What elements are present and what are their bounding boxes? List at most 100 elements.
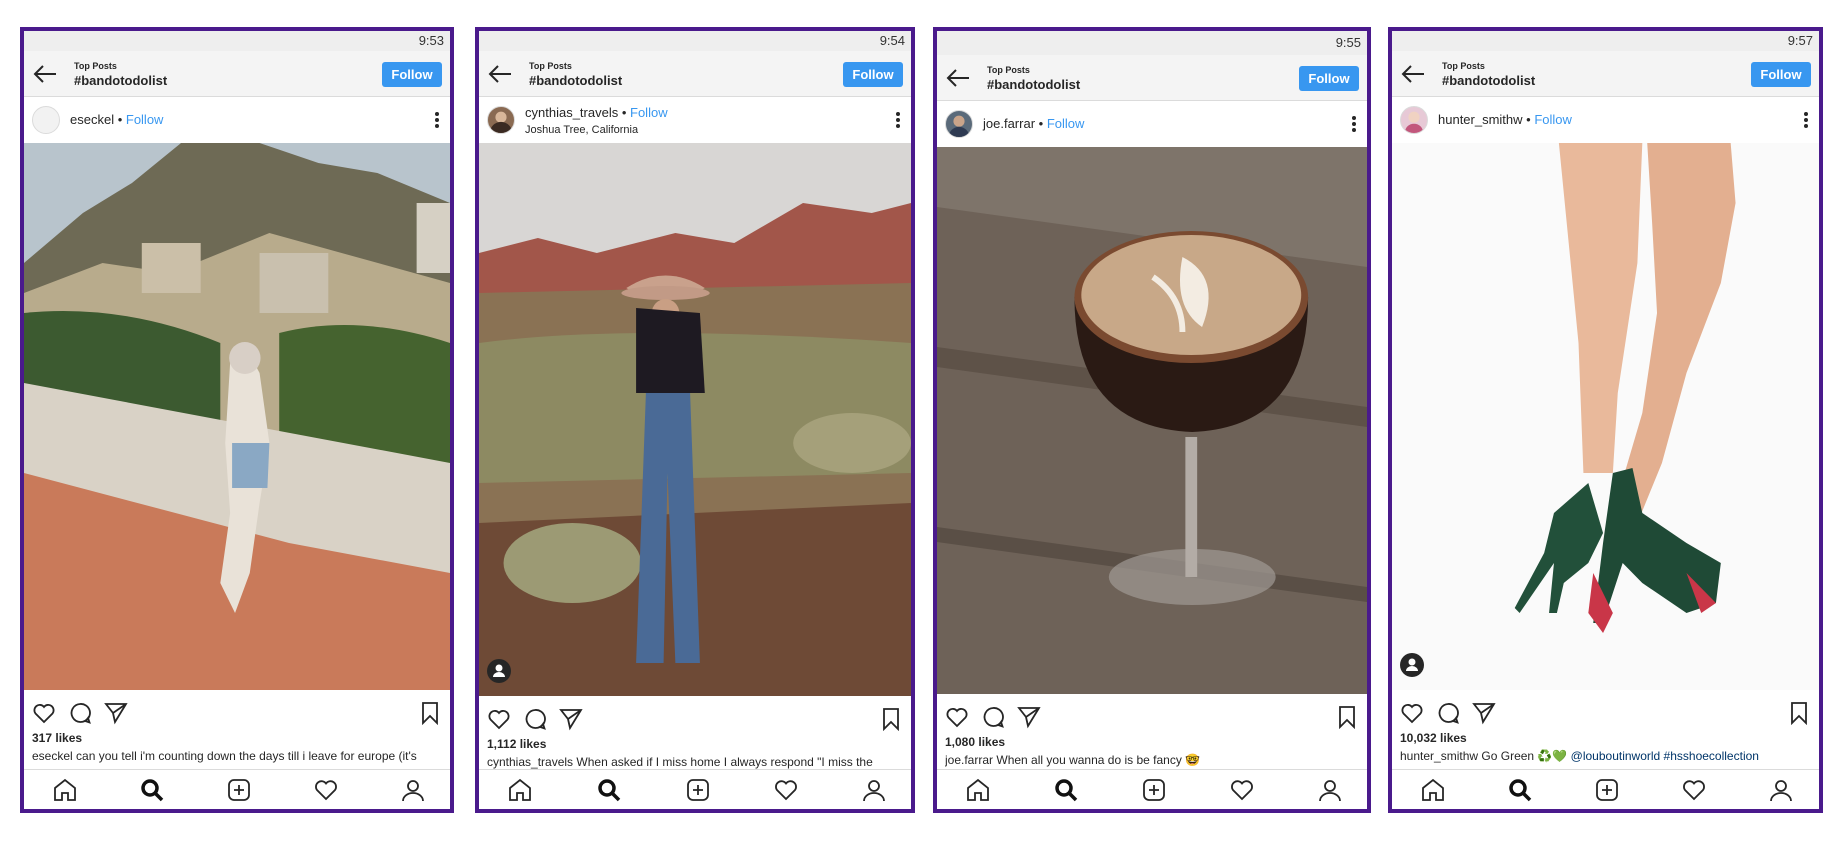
post-photo[interactable] (1392, 143, 1819, 690)
avatar[interactable] (32, 106, 60, 134)
home-icon[interactable] (52, 777, 78, 803)
post-username[interactable]: hunter_smithw (1438, 112, 1523, 127)
activity-heart-icon[interactable] (313, 777, 339, 803)
share-icon[interactable] (1017, 705, 1041, 729)
phone-screen-3: 9:55 Top Posts #bandotodolist Follow joe… (933, 27, 1371, 813)
caption-username[interactable]: hunter_smithw (1400, 749, 1478, 763)
search-icon[interactable] (1053, 777, 1079, 803)
back-arrow-icon[interactable] (487, 63, 513, 85)
status-bar: 9:53 (24, 31, 450, 51)
bookmark-icon[interactable] (879, 707, 903, 731)
activity-heart-icon[interactable] (1229, 777, 1255, 803)
likes-count[interactable]: 1,112 likes (487, 737, 546, 751)
status-bar: 9:54 (479, 31, 911, 51)
comment-icon[interactable] (981, 705, 1005, 729)
follow-user-link[interactable]: Follow (630, 105, 668, 120)
caption-text: can you tell i'm counting down the days … (76, 749, 417, 763)
username-line: cynthias_travels • Follow (525, 105, 668, 120)
follow-user-link[interactable]: Follow (126, 112, 164, 127)
post-photo[interactable] (937, 147, 1367, 694)
profile-icon[interactable] (1317, 777, 1343, 803)
avatar[interactable] (1400, 106, 1428, 134)
add-icon[interactable] (685, 777, 711, 803)
activity-heart-icon[interactable] (773, 777, 799, 803)
top-posts-label: Top Posts (74, 61, 117, 71)
bottom-nav (24, 769, 450, 809)
post-photo[interactable] (24, 143, 450, 690)
comment-icon[interactable] (68, 701, 92, 725)
tag-people-icon[interactable] (1400, 653, 1424, 677)
likes-count[interactable]: 10,032 likes (1400, 731, 1467, 745)
share-icon[interactable] (559, 707, 583, 731)
hashtag-title: #bandotodolist (987, 77, 1081, 92)
follow-hashtag-button[interactable]: Follow (1299, 66, 1359, 91)
home-icon[interactable] (1420, 777, 1446, 803)
avatar[interactable] (487, 106, 515, 134)
search-icon[interactable] (596, 777, 622, 803)
tag-people-icon[interactable] (487, 659, 511, 683)
heart-icon[interactable] (1400, 701, 1424, 725)
profile-icon[interactable] (400, 777, 426, 803)
caption-username[interactable]: cynthias_travels (487, 755, 573, 769)
caption-username[interactable]: joe.farrar (945, 753, 993, 767)
search-icon[interactable] (1507, 777, 1533, 803)
more-options-icon[interactable] (434, 111, 440, 129)
follow-hashtag-button[interactable]: Follow (843, 62, 903, 87)
post-location[interactable]: Joshua Tree, California (525, 124, 638, 136)
share-icon[interactable] (104, 701, 128, 725)
post-caption: eseckel can you tell i'm counting down t… (32, 749, 444, 763)
post-caption: joe.farrar When all you wanna do is be f… (945, 753, 1361, 767)
top-bar: Top Posts #bandotodolist Follow (937, 55, 1367, 101)
profile-icon[interactable] (861, 777, 887, 803)
more-options-icon[interactable] (895, 111, 901, 129)
likes-count[interactable]: 317 likes (32, 731, 82, 745)
post-username[interactable]: eseckel (70, 112, 114, 127)
follow-hashtag-button[interactable]: Follow (1751, 62, 1811, 87)
back-arrow-icon[interactable] (1400, 63, 1426, 85)
username-line: eseckel • Follow (70, 112, 164, 127)
bookmark-icon[interactable] (418, 701, 442, 725)
top-posts-label: Top Posts (529, 61, 572, 71)
caption-links[interactable]: @louboutinworld #hsshoecollection (1571, 749, 1759, 763)
status-time: 9:57 (1787, 33, 1813, 48)
status-time: 9:55 (1335, 35, 1361, 50)
search-icon[interactable] (139, 777, 165, 803)
share-icon[interactable] (1472, 701, 1496, 725)
bookmark-icon[interactable] (1335, 705, 1359, 729)
post-photo[interactable] (479, 143, 911, 696)
phone-screen-2: 9:54 Top Posts #bandotodolist Follow cyn… (475, 27, 915, 813)
post-caption: cynthias_travels When asked if I miss ho… (487, 755, 905, 769)
post-actions (937, 703, 1367, 731)
post-username[interactable]: joe.farrar (983, 116, 1035, 131)
comment-icon[interactable] (523, 707, 547, 731)
more-options-icon[interactable] (1351, 115, 1357, 133)
more-options-icon[interactable] (1803, 111, 1809, 129)
post-caption: hunter_smithw Go Green ♻️💚 @louboutinwor… (1400, 749, 1813, 763)
status-time: 9:53 (418, 33, 444, 48)
caption-text: When asked if I miss home I always respo… (576, 755, 873, 769)
home-icon[interactable] (507, 777, 533, 803)
heart-icon[interactable] (945, 705, 969, 729)
home-icon[interactable] (965, 777, 991, 803)
add-icon[interactable] (1141, 777, 1167, 803)
follow-hashtag-button[interactable]: Follow (382, 62, 442, 87)
heart-icon[interactable] (487, 707, 511, 731)
bookmark-icon[interactable] (1787, 701, 1811, 725)
post-actions (479, 705, 911, 733)
add-icon[interactable] (226, 777, 252, 803)
post-actions (24, 699, 450, 727)
back-arrow-icon[interactable] (945, 67, 971, 89)
follow-user-link[interactable]: Follow (1534, 112, 1572, 127)
comment-icon[interactable] (1436, 701, 1460, 725)
avatar[interactable] (945, 110, 973, 138)
likes-count[interactable]: 1,080 likes (945, 735, 1005, 749)
activity-heart-icon[interactable] (1681, 777, 1707, 803)
profile-icon[interactable] (1768, 777, 1794, 803)
heart-icon[interactable] (32, 701, 56, 725)
post-username[interactable]: cynthias_travels (525, 105, 618, 120)
caption-username[interactable]: eseckel (32, 749, 73, 763)
add-icon[interactable] (1594, 777, 1620, 803)
back-arrow-icon[interactable] (32, 63, 58, 85)
status-bar: 9:57 (1392, 31, 1819, 51)
follow-user-link[interactable]: Follow (1047, 116, 1085, 131)
